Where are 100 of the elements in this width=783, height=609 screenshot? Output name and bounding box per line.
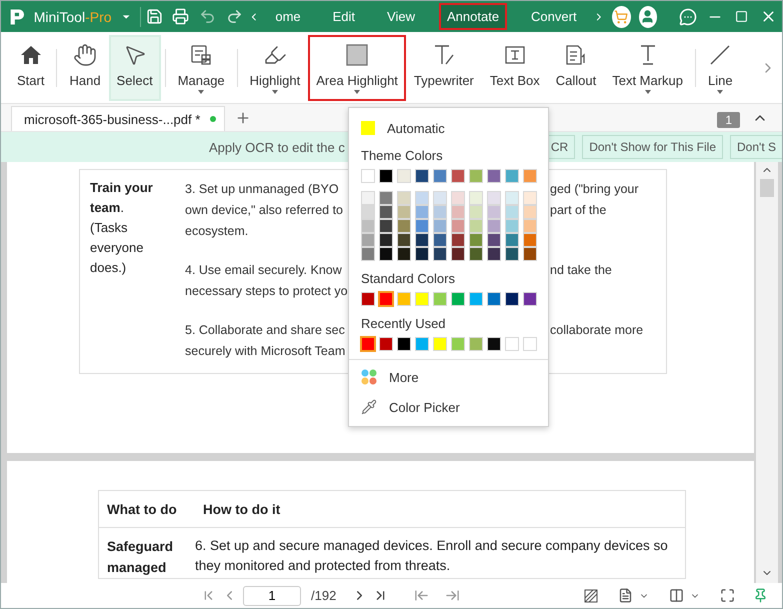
tool-button[interactable]: Text Markup — [604, 34, 692, 100]
color-swatch[interactable] — [379, 292, 393, 306]
color-swatch[interactable] — [361, 191, 375, 205]
color-swatch[interactable] — [361, 292, 375, 306]
menu-item[interactable]: Color Picker — [349, 392, 548, 422]
color-swatch[interactable] — [451, 169, 465, 183]
color-swatch[interactable] — [487, 233, 501, 247]
tool-button[interactable]: Start — [9, 34, 52, 100]
color-swatch[interactable] — [433, 219, 447, 233]
cart-button[interactable] — [612, 6, 631, 28]
color-swatch[interactable] — [451, 247, 465, 261]
color-swatch[interactable] — [523, 337, 537, 351]
color-swatch[interactable] — [415, 205, 429, 219]
color-swatch[interactable] — [397, 337, 411, 351]
color-swatch[interactable] — [415, 337, 429, 351]
color-swatch[interactable] — [487, 247, 501, 261]
menu-tab[interactable]: Convert — [523, 3, 585, 30]
menu-item[interactable]: More — [349, 362, 548, 392]
color-swatch[interactable] — [415, 292, 429, 306]
scroll-thumb[interactable] — [760, 179, 774, 197]
color-swatch[interactable] — [487, 191, 501, 205]
tool-button[interactable]: Typewriter — [406, 34, 482, 100]
color-swatch[interactable] — [397, 247, 411, 261]
color-swatch[interactable] — [523, 205, 537, 219]
color-swatch[interactable] — [523, 247, 537, 261]
color-swatch[interactable] — [415, 233, 429, 247]
color-swatch[interactable] — [361, 247, 375, 261]
maximize-icon[interactable] — [735, 10, 748, 23]
color-swatch[interactable] — [451, 205, 465, 219]
color-swatch[interactable] — [415, 191, 429, 205]
color-swatch[interactable] — [433, 169, 447, 183]
color-swatch[interactable] — [505, 233, 519, 247]
color-swatch[interactable] — [433, 233, 447, 247]
color-swatch[interactable] — [451, 191, 465, 205]
color-swatch[interactable] — [415, 247, 429, 261]
color-swatch[interactable] — [361, 233, 375, 247]
color-swatch[interactable] — [469, 205, 483, 219]
color-swatch[interactable] — [505, 247, 519, 261]
color-swatch[interactable] — [361, 337, 375, 351]
pin-icon[interactable] — [753, 588, 768, 603]
color-swatch[interactable] — [433, 205, 447, 219]
tool-button[interactable]: Manage — [170, 34, 233, 100]
color-swatch[interactable] — [433, 191, 447, 205]
color-swatch[interactable] — [487, 292, 501, 306]
color-swatch[interactable] — [505, 205, 519, 219]
menu-tab[interactable]: ome — [267, 3, 309, 30]
color-swatch[interactable] — [379, 247, 393, 261]
color-swatch[interactable] — [379, 169, 393, 183]
menu-tab[interactable]: View — [379, 3, 423, 30]
color-swatch[interactable] — [379, 205, 393, 219]
color-swatch[interactable] — [451, 219, 465, 233]
color-swatch[interactable] — [361, 205, 375, 219]
save-icon[interactable] — [146, 8, 163, 25]
chat-icon[interactable] — [679, 8, 698, 26]
tool-button[interactable]: Callout — [548, 34, 604, 100]
tool-button[interactable]: Select — [108, 34, 161, 100]
color-swatch[interactable] — [379, 219, 393, 233]
color-swatch[interactable] — [505, 191, 519, 205]
color-swatch[interactable] — [397, 205, 411, 219]
print-icon[interactable] — [172, 8, 190, 25]
menu-tab[interactable]: Edit — [324, 3, 364, 30]
color-swatch[interactable] — [523, 191, 537, 205]
tool-button[interactable]: Highlight — [242, 34, 308, 100]
caret-icon[interactable] — [122, 14, 130, 20]
color-swatch[interactable] — [397, 219, 411, 233]
color-swatch[interactable] — [361, 219, 375, 233]
color-swatch[interactable] — [523, 219, 537, 233]
back-icon[interactable] — [414, 588, 430, 603]
color-swatch[interactable] — [361, 169, 375, 183]
color-swatch[interactable] — [487, 219, 501, 233]
page-input[interactable]: 1 — [243, 586, 301, 606]
color-swatch[interactable] — [415, 169, 429, 183]
color-swatch[interactable] — [433, 247, 447, 261]
color-swatch[interactable] — [397, 233, 411, 247]
page-layout-icon[interactable] — [618, 588, 633, 603]
color-swatch[interactable] — [469, 292, 483, 306]
color-swatch[interactable] — [469, 219, 483, 233]
color-swatch[interactable] — [505, 219, 519, 233]
tool-button[interactable]: Text Box — [482, 34, 548, 100]
color-swatch[interactable] — [487, 205, 501, 219]
color-swatch[interactable] — [397, 169, 411, 183]
color-swatch[interactable] — [505, 337, 519, 351]
color-swatch[interactable] — [397, 292, 411, 306]
color-swatch[interactable] — [487, 169, 501, 183]
color-swatch[interactable] — [433, 292, 447, 306]
avatar-icon[interactable] — [638, 6, 658, 28]
color-swatch[interactable] — [379, 233, 393, 247]
color-swatch[interactable] — [469, 247, 483, 261]
color-swatch[interactable] — [415, 219, 429, 233]
fit-width-icon[interactable] — [669, 588, 684, 603]
color-swatch[interactable] — [451, 337, 465, 351]
color-swatch[interactable] — [397, 191, 411, 205]
document-tab[interactable]: microsoft-365-business-...pdf * — [11, 106, 226, 131]
forward-icon[interactable] — [445, 588, 460, 603]
color-swatch[interactable] — [379, 337, 393, 351]
color-swatch[interactable] — [379, 191, 393, 205]
hatched-square-icon[interactable] — [584, 588, 598, 602]
color-swatch[interactable] — [487, 337, 501, 351]
color-swatch[interactable] — [469, 191, 483, 205]
tool-button[interactable]: Hand — [61, 34, 109, 100]
